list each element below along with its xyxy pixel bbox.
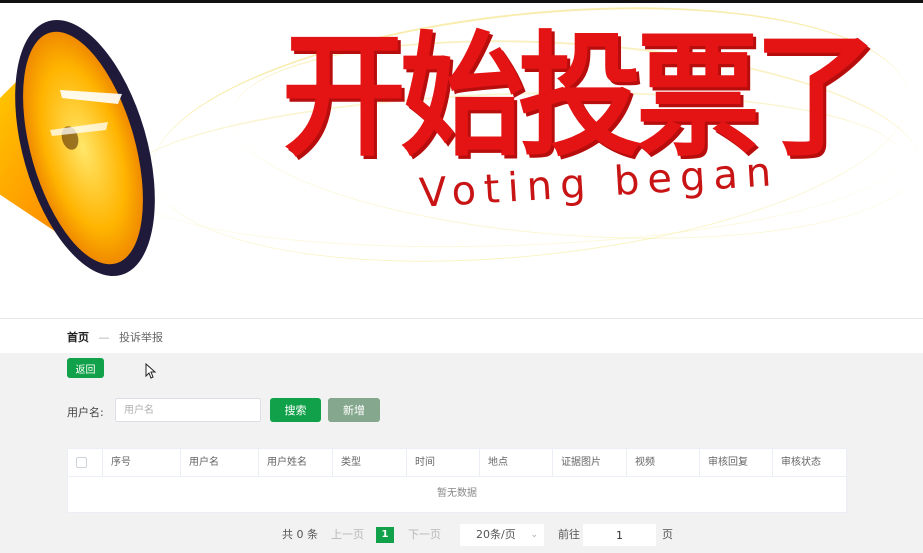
page-number-button[interactable]: 1 xyxy=(376,527,394,543)
column-header: 审核回复 xyxy=(700,449,773,476)
voting-banner: 开始投票了 Voting began xyxy=(0,3,923,318)
column-header: 用户姓名 xyxy=(259,449,333,476)
column-header: 时间 xyxy=(407,449,480,476)
username-label: 用户名: xyxy=(67,406,104,419)
column-header: 审核状态 xyxy=(781,457,821,468)
next-page-button[interactable]: 下一页 xyxy=(408,524,441,546)
cursor-icon xyxy=(145,363,157,379)
breadcrumb-separator: — xyxy=(98,331,110,344)
add-button[interactable]: 新增 xyxy=(328,398,380,422)
complaints-table: 序号 用户名 用户姓名 类型 时间 地点 证据图片 视频 审核回复 审核状态 暂… xyxy=(67,448,847,513)
select-all-checkbox[interactable] xyxy=(76,457,87,468)
breadcrumb-current: 投诉举报 xyxy=(119,331,163,344)
megaphone-icon xyxy=(0,19,155,277)
chevron-down-icon: ⌄ xyxy=(530,530,538,540)
column-header: 视频 xyxy=(627,449,700,476)
page-size-select[interactable]: 20条/页 ⌄ xyxy=(460,524,544,546)
column-header: 用户名 xyxy=(181,449,259,476)
header-select-all xyxy=(68,449,103,476)
prev-page-button[interactable]: 上一页 xyxy=(331,524,364,546)
page-size-value: 20条/页 xyxy=(476,528,516,541)
back-button[interactable]: 返回 xyxy=(67,358,104,378)
goto-page-input[interactable] xyxy=(583,524,656,546)
breadcrumb-bar: 首页 — 投诉举报 xyxy=(0,318,923,353)
column-header: 序号 xyxy=(103,449,181,476)
pagination-total: 共 0 条 xyxy=(282,528,318,541)
column-header: 地点 xyxy=(480,449,553,476)
goto-label: 前往 xyxy=(558,528,580,541)
table-empty-text: 暂无数据 xyxy=(437,488,477,499)
pagination: 共 0 条 上一页 1 下一页 20条/页 ⌄ 前往 页 xyxy=(0,524,923,546)
table-header: 序号 用户名 用户姓名 类型 时间 地点 证据图片 视频 审核回复 审核状态 xyxy=(68,449,846,477)
column-header: 类型 xyxy=(333,449,407,476)
banner-title: 开始投票了 xyxy=(282,19,878,176)
breadcrumb-home[interactable]: 首页 xyxy=(67,331,89,344)
breadcrumb: 首页 — 投诉举报 xyxy=(67,329,163,345)
column-header: 证据图片 xyxy=(553,449,627,476)
page-suffix-label: 页 xyxy=(662,528,673,541)
username-search-input[interactable] xyxy=(115,398,261,422)
search-button[interactable]: 搜索 xyxy=(270,398,321,422)
